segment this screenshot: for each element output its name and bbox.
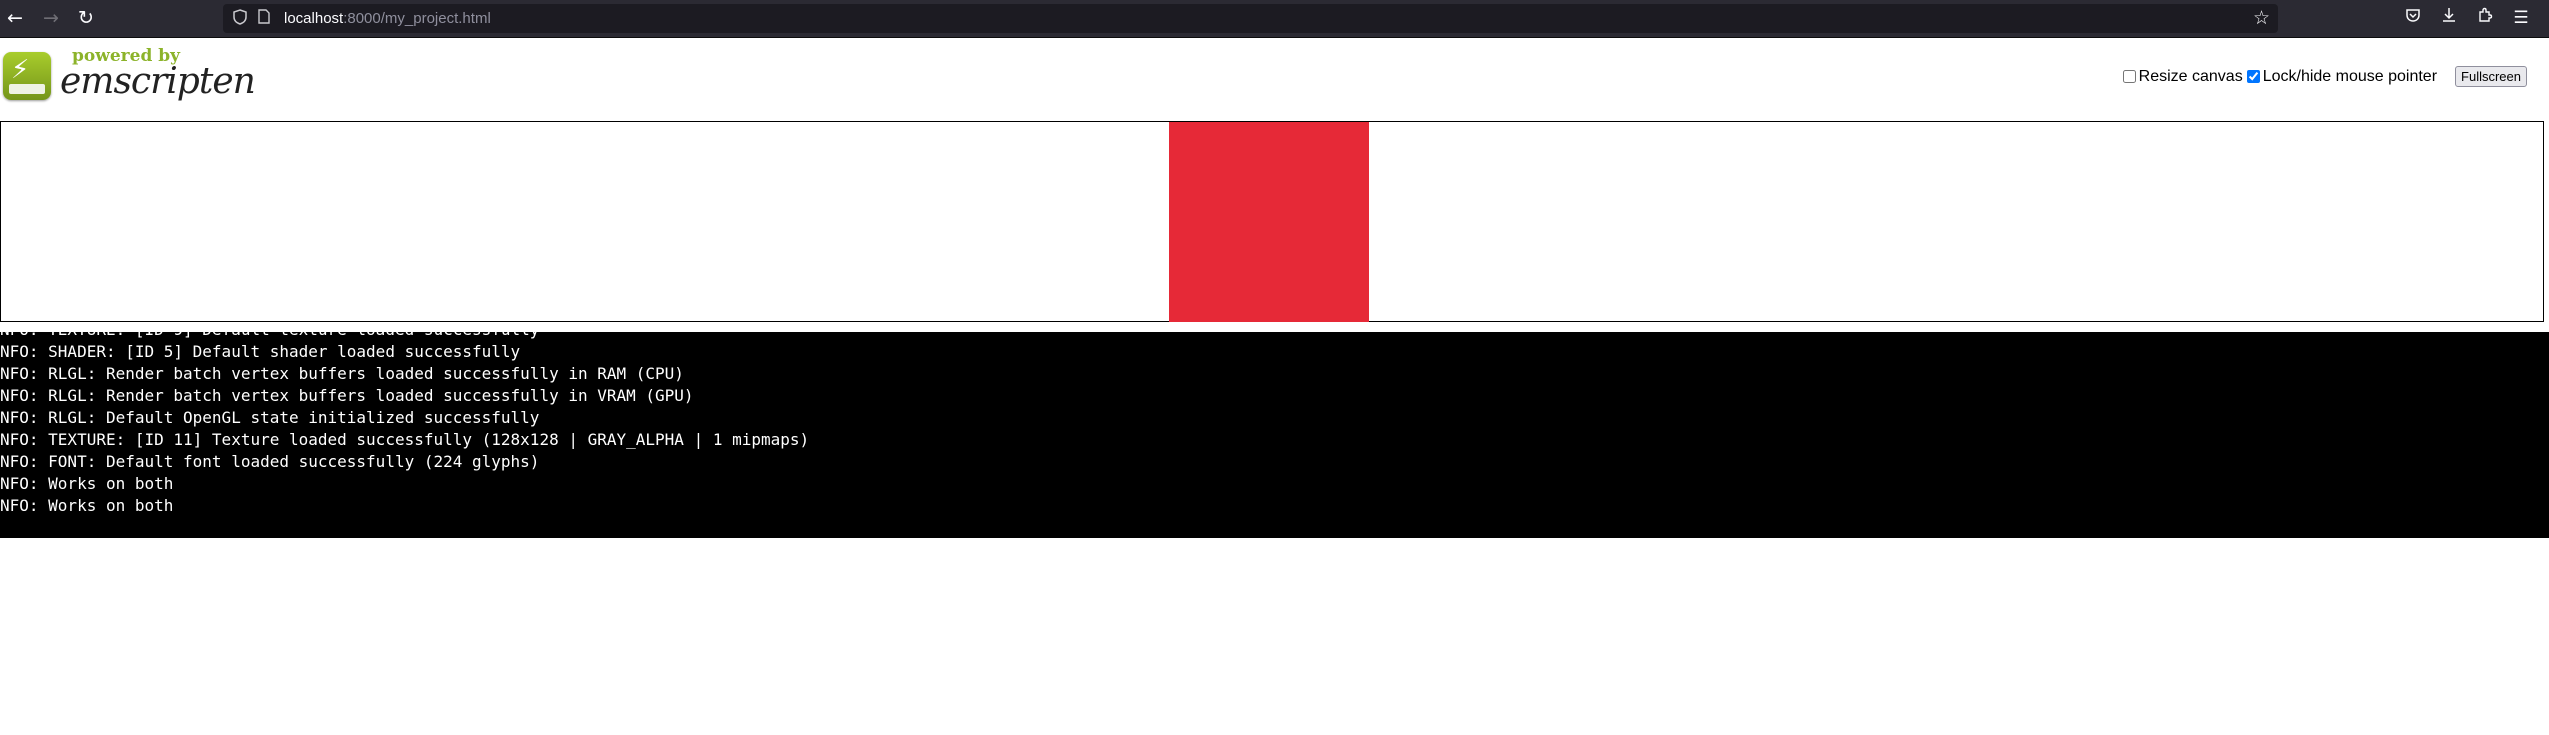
pocket-icon[interactable] (2401, 6, 2425, 30)
resize-canvas-checkbox[interactable] (2122, 70, 2136, 83)
console-line: NFO: SHADER: [ID 5] Default shader loade… (0, 342, 521, 361)
back-icon[interactable]: ← (3, 6, 27, 30)
canvas-controls: Resize canvas Lock/hide mouse pointer Fu… (2119, 66, 2527, 87)
resize-canvas-label: Resize canvas (2138, 67, 2243, 85)
logo-drive-shape (9, 84, 45, 94)
console-line: NFO: Works on both (0, 474, 174, 493)
console-line: NFO: RLGL: Render batch vertex buffers l… (0, 386, 694, 405)
lock-pointer-label: Lock/hide mouse pointer (2262, 67, 2438, 85)
url-text[interactable]: localhost:8000/my_project.html (284, 9, 491, 28)
console-line: NFO: TEXTURE: [ID 11] Texture loaded suc… (0, 430, 810, 449)
emscripten-logo-icon: ⚡ (3, 52, 51, 100)
download-icon[interactable] (2437, 6, 2461, 30)
shield-icon[interactable] (233, 9, 247, 30)
console-line: NFO: RLGL: Render batch vertex buffers l… (0, 364, 684, 383)
url-bar[interactable]: localhost:8000/my_project.html ☆ (223, 4, 2278, 33)
console-line: NFO: TEXTURE: [ID 9] Default texture loa… (0, 332, 809, 341)
console-line: NFO: Works on both (0, 496, 174, 515)
bookmark-star-icon[interactable]: ☆ (2253, 7, 2270, 29)
url-host: localhost (284, 10, 344, 27)
lightning-icon: ⚡ (11, 55, 30, 85)
browser-toolbar: ← → ↻ localhost:8000/my_project.html ☆ ☰ (0, 0, 2549, 38)
url-path: :8000/my_project.html (343, 10, 491, 27)
lock-pointer-checkbox[interactable] (2246, 70, 2260, 83)
console-line: NFO: FONT: Default font loaded successfu… (0, 452, 540, 471)
output-console[interactable]: NFO: TEXTURE: [ID 9] Default texture loa… (0, 332, 2549, 538)
reload-icon[interactable]: ↻ (74, 6, 98, 30)
game-canvas[interactable] (0, 121, 2544, 322)
red-square (1169, 122, 1369, 322)
output-lines: NFO: TEXTURE: [ID 9] Default texture loa… (0, 332, 809, 517)
menu-icon[interactable]: ☰ (2509, 6, 2533, 30)
forward-icon[interactable]: → (39, 6, 63, 30)
extensions-icon[interactable] (2473, 6, 2497, 30)
lock-pointer-control[interactable]: Lock/hide mouse pointer (2243, 68, 2437, 86)
page-icon[interactable] (258, 9, 270, 29)
emscripten-header: ⚡ powered by emscripten Resize canvas Lo… (0, 38, 2549, 120)
console-line: NFO: RLGL: Default OpenGL state initiali… (0, 408, 540, 427)
fullscreen-button[interactable]: Fullscreen (2455, 66, 2527, 87)
resize-canvas-control[interactable]: Resize canvas (2119, 68, 2243, 86)
emscripten-brand: emscripten (60, 61, 256, 102)
